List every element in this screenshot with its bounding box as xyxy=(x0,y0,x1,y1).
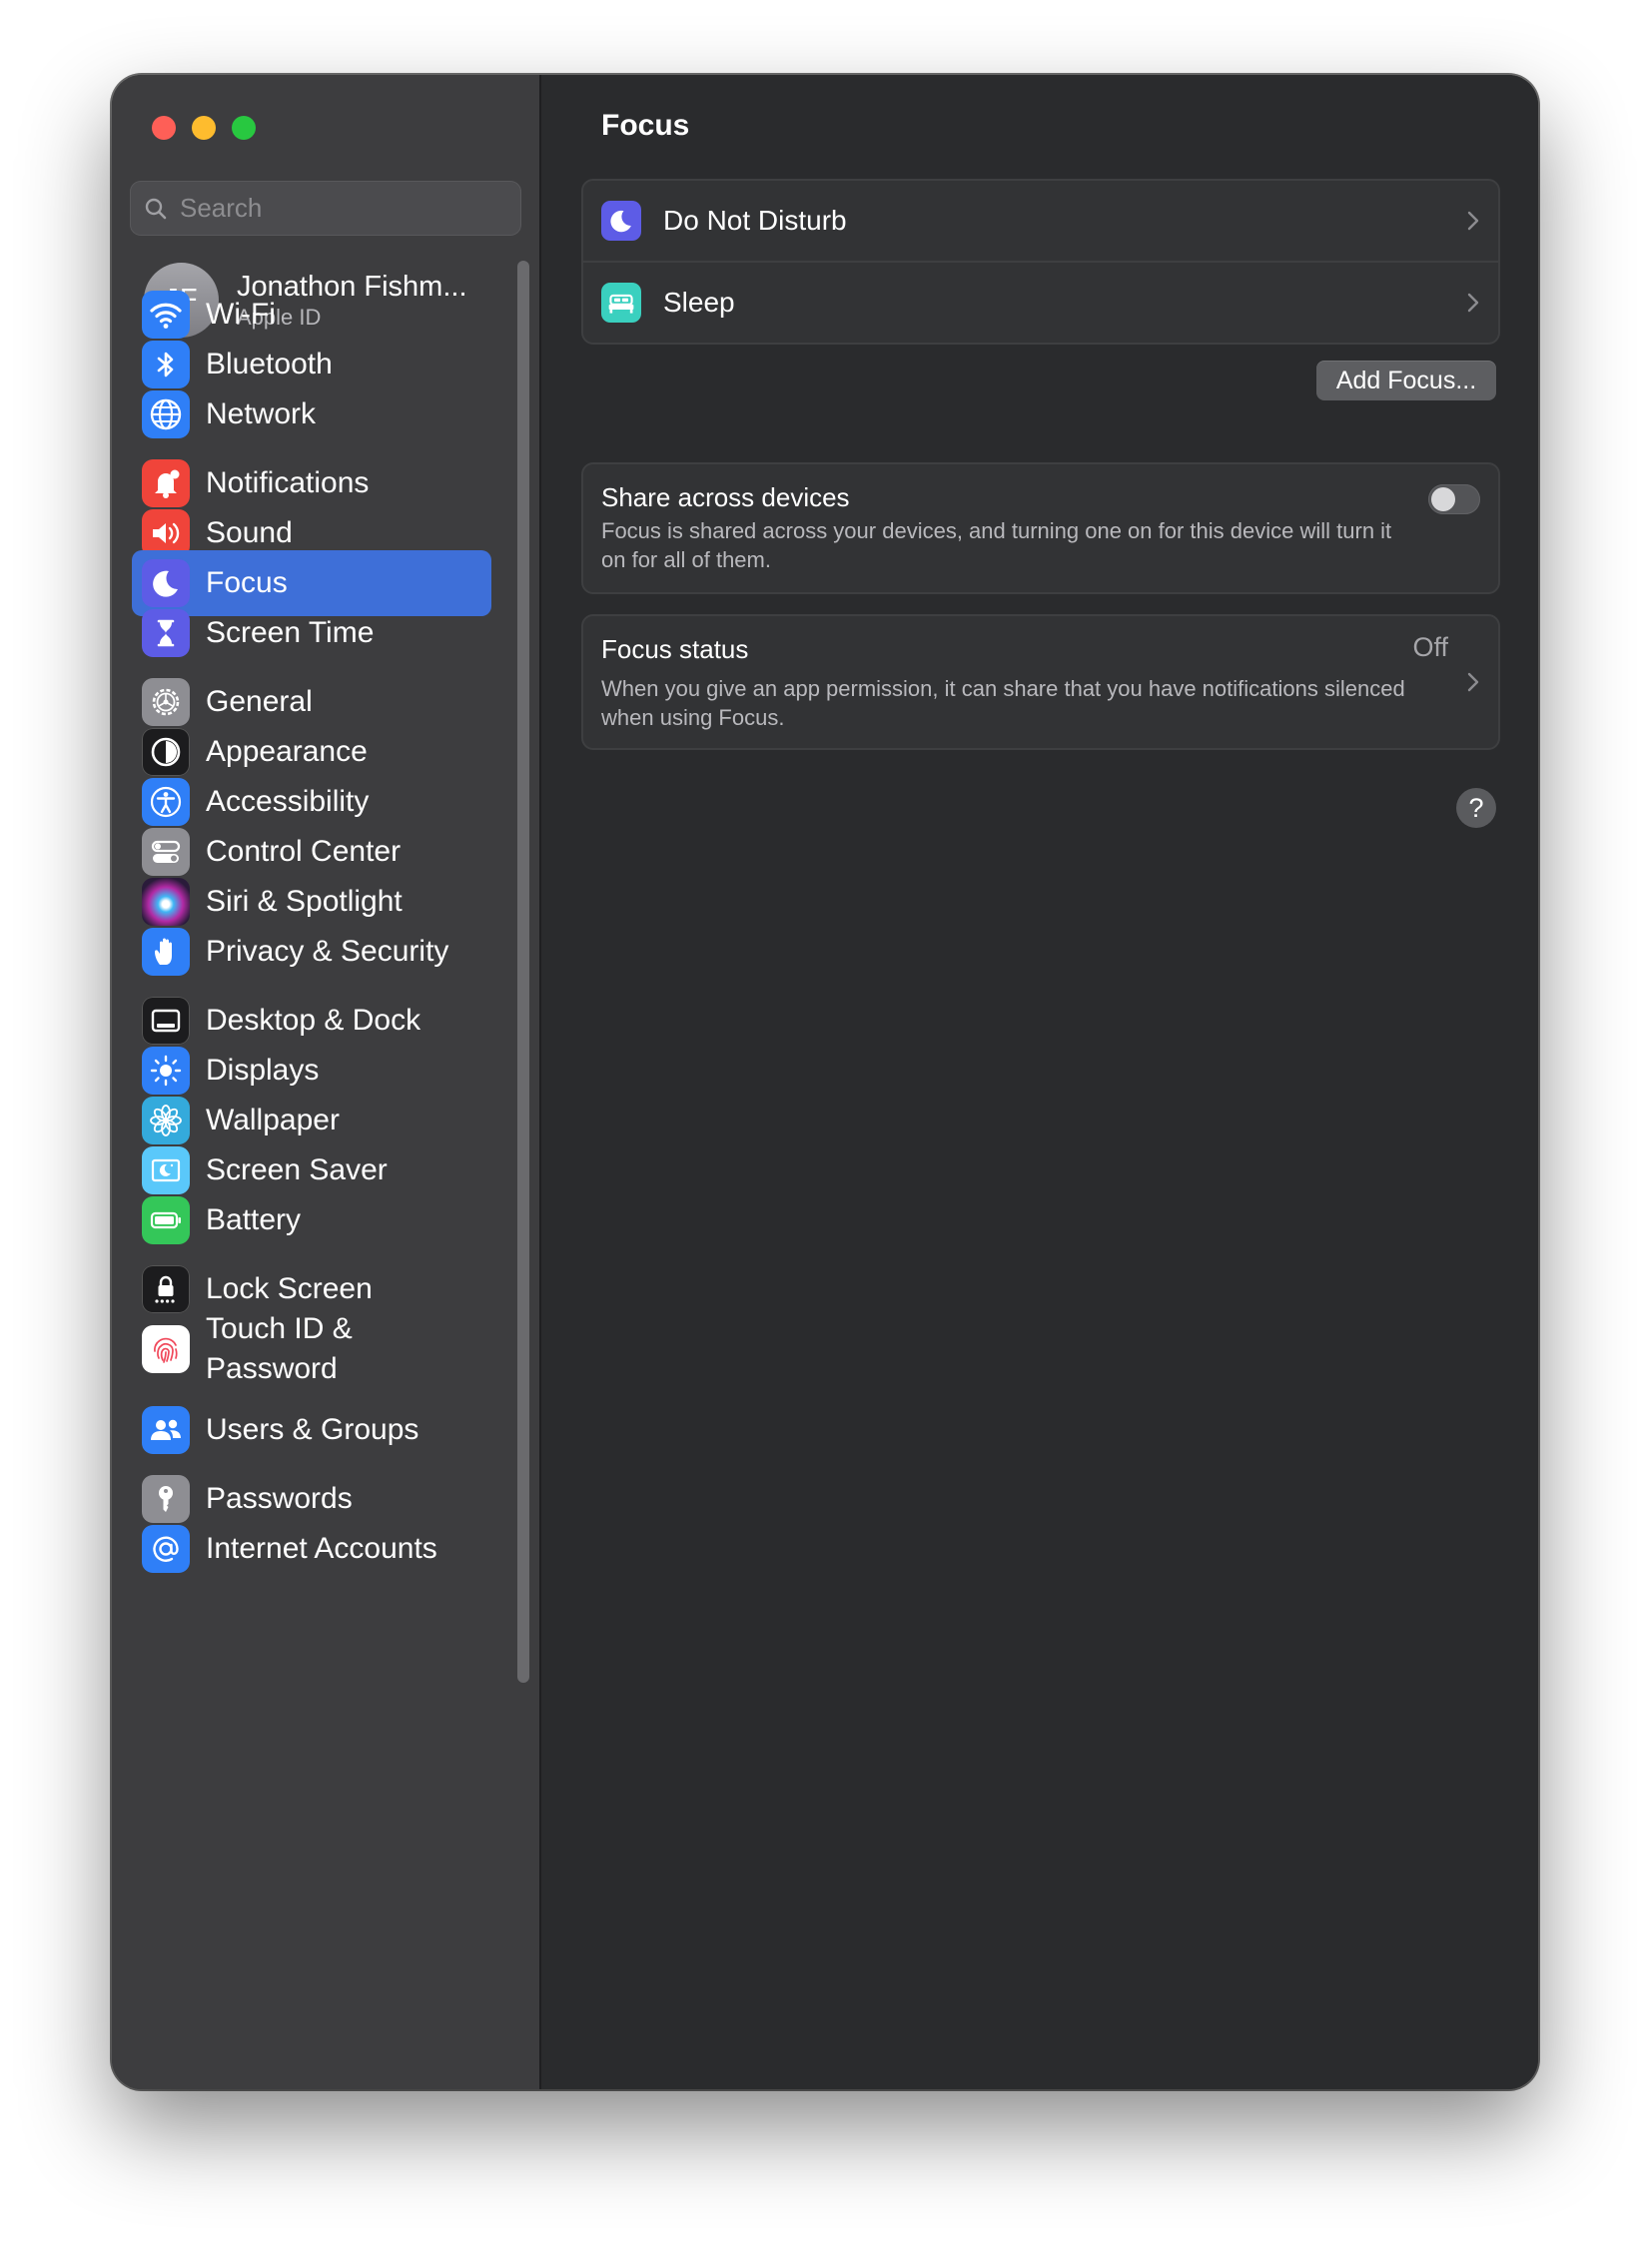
moon-icon xyxy=(601,201,641,241)
close-window-button[interactable] xyxy=(152,116,176,140)
hand-icon xyxy=(142,928,190,976)
sidebar-item-label: Users & Groups xyxy=(206,1413,419,1446)
sidebar-item-label: Network xyxy=(206,397,317,430)
share-across-devices-toggle[interactable] xyxy=(1428,484,1480,514)
main-pane: Focus Do Not Disturb Sleep Add Focus... … xyxy=(541,75,1538,2089)
users-icon xyxy=(142,1406,190,1454)
sidebar-item-label: Focus xyxy=(206,566,288,599)
sidebar-item-label: Passwords xyxy=(206,1482,353,1515)
sidebar: JF Jonathon Fishm... Apple ID Wi-Fi Blue… xyxy=(112,75,541,2089)
sidebar-item-label: Bluetooth xyxy=(206,348,333,380)
chevron-right-icon xyxy=(1467,211,1479,231)
window-controls xyxy=(152,116,256,140)
sidebar-item-screen-time[interactable]: Screen Time xyxy=(132,600,491,666)
sidebar-item-label: Appearance xyxy=(206,735,368,768)
share-across-devices-row: Share across devices Focus is shared acr… xyxy=(581,462,1500,594)
chevron-right-icon xyxy=(1467,293,1479,313)
sidebar-item-label: Touch ID & Password xyxy=(206,1312,353,1385)
search-field[interactable] xyxy=(130,181,521,236)
sidebar-item-users-groups[interactable]: Users & Groups xyxy=(132,1397,491,1463)
sidebar-item-label: Sound xyxy=(206,516,293,549)
sidebar-item-touch-id-password[interactable]: Touch ID & Password xyxy=(132,1305,491,1393)
focus-row-do-not-disturb[interactable]: Do Not Disturb xyxy=(583,181,1498,261)
focus-mode-label: Sleep xyxy=(663,287,735,318)
help-button[interactable]: ? xyxy=(1456,788,1496,828)
share-setting-description: Focus is shared across your devices, and… xyxy=(601,518,1392,572)
focus-mode-label: Do Not Disturb xyxy=(663,205,847,236)
fingerprint-icon xyxy=(142,1325,190,1373)
focus-status-title: Focus status xyxy=(601,634,749,664)
sidebar-item-label: Privacy & Security xyxy=(206,935,449,968)
sidebar-item-network[interactable]: Network xyxy=(132,381,491,447)
focus-status-description: When you give an app permission, it can … xyxy=(601,676,1405,730)
focus-status-row[interactable]: Focus status When you give an app permis… xyxy=(581,614,1500,750)
sidebar-item-label: Screen Saver xyxy=(206,1153,388,1186)
sidebar-item-label: Wi-Fi xyxy=(206,298,276,331)
share-setting-title: Share across devices xyxy=(601,482,850,512)
sidebar-item-label: Displays xyxy=(206,1054,320,1087)
sidebar-item-label: Lock Screen xyxy=(206,1272,373,1305)
sidebar-item-label: Siri & Spotlight xyxy=(206,885,403,918)
sidebar-item-label: General xyxy=(206,685,313,718)
sidebar-item-battery[interactable]: Battery xyxy=(132,1187,491,1253)
focus-modes-list: Do Not Disturb Sleep xyxy=(581,179,1500,345)
minimize-window-button[interactable] xyxy=(192,116,216,140)
globe-icon xyxy=(142,390,190,438)
sidebar-item-label: Notifications xyxy=(206,466,370,499)
sidebar-item-label: Internet Accounts xyxy=(206,1532,437,1565)
sidebar-item-privacy-security[interactable]: Privacy & Security xyxy=(132,919,491,985)
sidebar-item-label: Wallpaper xyxy=(206,1104,340,1136)
hourglass-icon xyxy=(142,609,190,657)
focus-status-value: Off xyxy=(1412,632,1448,662)
sidebar-item-internet-accounts[interactable]: Internet Accounts xyxy=(132,1516,491,1582)
battery-icon xyxy=(142,1196,190,1244)
zoom-window-button[interactable] xyxy=(232,116,256,140)
toggle-knob xyxy=(1431,487,1455,511)
page-title: Focus xyxy=(601,109,690,142)
sidebar-item-label: Accessibility xyxy=(206,785,370,818)
at-icon xyxy=(142,1525,190,1573)
sidebar-scrollbar[interactable] xyxy=(517,261,529,1683)
settings-window: JF Jonathon Fishm... Apple ID Wi-Fi Blue… xyxy=(112,75,1538,2089)
sidebar-item-label: Battery xyxy=(206,1203,302,1236)
sidebar-item-label: Screen Time xyxy=(206,616,375,649)
sidebar-item-label: Control Center xyxy=(206,835,402,868)
sidebar-item-label: Desktop & Dock xyxy=(206,1004,421,1037)
chevron-right-icon xyxy=(1467,672,1479,692)
search-input[interactable] xyxy=(178,192,501,225)
focus-row-sleep[interactable]: Sleep xyxy=(583,261,1498,343)
search-icon xyxy=(145,198,167,219)
bed-icon xyxy=(601,283,641,323)
add-focus-button[interactable]: Add Focus... xyxy=(1316,361,1496,400)
